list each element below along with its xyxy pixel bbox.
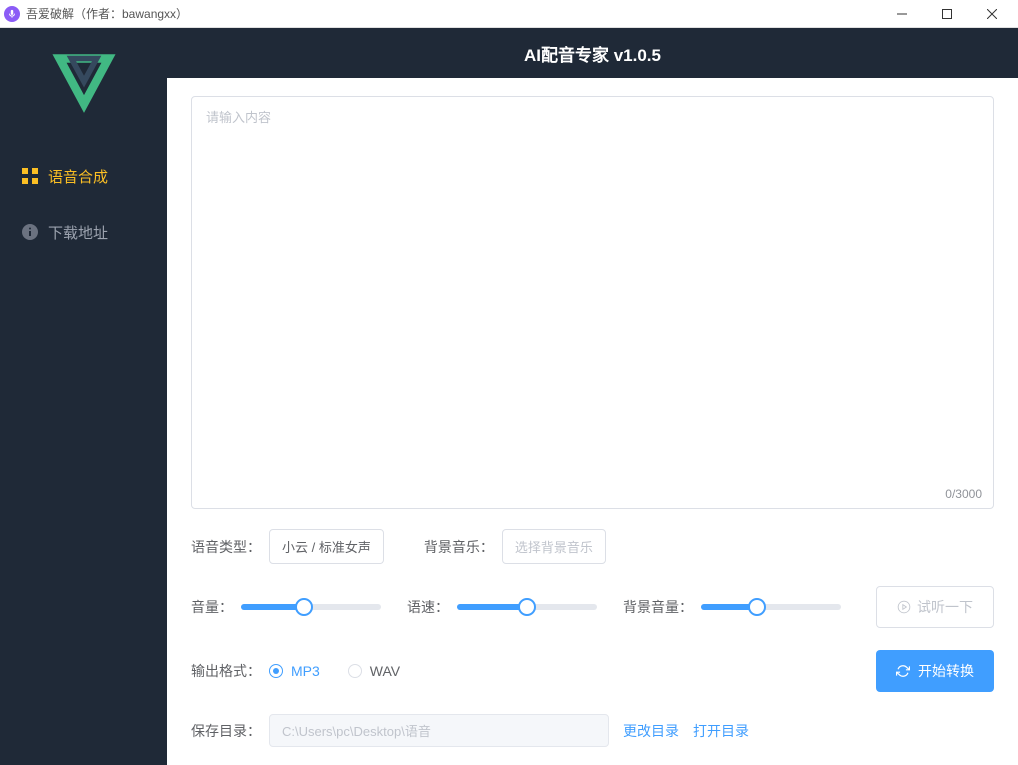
content-textarea[interactable]	[191, 96, 994, 509]
window-titlebar: 吾爱破解（作者：bawangxx）	[0, 0, 1018, 28]
radio-wav[interactable]: WAV	[348, 663, 400, 679]
refresh-icon	[896, 664, 910, 678]
open-dir-button[interactable]: 打开目录	[693, 721, 749, 741]
speed-slider[interactable]	[457, 604, 597, 610]
app-title: AI配音专家 v1.0.5	[524, 41, 661, 66]
char-count-label: 0/3000	[945, 487, 982, 501]
close-button[interactable]	[969, 0, 1014, 28]
radio-circle-icon	[269, 664, 283, 678]
window-title: 吾爱破解（作者：bawangxx）	[26, 5, 188, 22]
bg-music-label: 背景音乐：	[424, 537, 494, 557]
grid-icon	[22, 168, 38, 184]
radio-mp3[interactable]: MP3	[269, 663, 320, 679]
play-icon	[897, 600, 911, 614]
bg-volume-slider[interactable]	[701, 604, 841, 610]
info-icon	[22, 224, 38, 240]
sidebar: 语音合成 下载地址	[0, 28, 167, 765]
volume-slider[interactable]	[241, 604, 381, 610]
volume-label: 音量：	[191, 597, 233, 617]
save-path-input	[269, 714, 609, 747]
format-label: 输出格式：	[191, 661, 261, 681]
speed-slider-handle[interactable]	[518, 598, 536, 616]
sidebar-item-download[interactable]: 下载地址	[0, 204, 167, 260]
bg-volume-slider-handle[interactable]	[748, 598, 766, 616]
convert-button[interactable]: 开始转换	[876, 650, 994, 692]
volume-slider-handle[interactable]	[295, 598, 313, 616]
minimize-button[interactable]	[879, 0, 924, 28]
change-dir-button[interactable]: 更改目录	[623, 721, 679, 741]
vue-logo-icon	[49, 48, 119, 118]
bg-music-select[interactable]: 选择背景音乐	[502, 529, 606, 564]
save-path-label: 保存目录：	[191, 721, 261, 741]
preview-button[interactable]: 试听一下	[876, 586, 994, 628]
sidebar-item-voice-synthesis[interactable]: 语音合成	[0, 148, 167, 204]
maximize-button[interactable]	[924, 0, 969, 28]
speed-label: 语速：	[407, 597, 449, 617]
sidebar-item-label: 下载地址	[48, 222, 108, 243]
voice-type-label: 语音类型：	[191, 537, 261, 557]
app-icon	[4, 6, 20, 22]
voice-type-select[interactable]: 小云 / 标准女声	[269, 529, 384, 564]
bg-volume-label: 背景音量：	[623, 597, 693, 617]
app-header: AI配音专家 v1.0.5	[167, 28, 1018, 78]
sidebar-item-label: 语音合成	[48, 166, 108, 187]
radio-circle-icon	[348, 664, 362, 678]
